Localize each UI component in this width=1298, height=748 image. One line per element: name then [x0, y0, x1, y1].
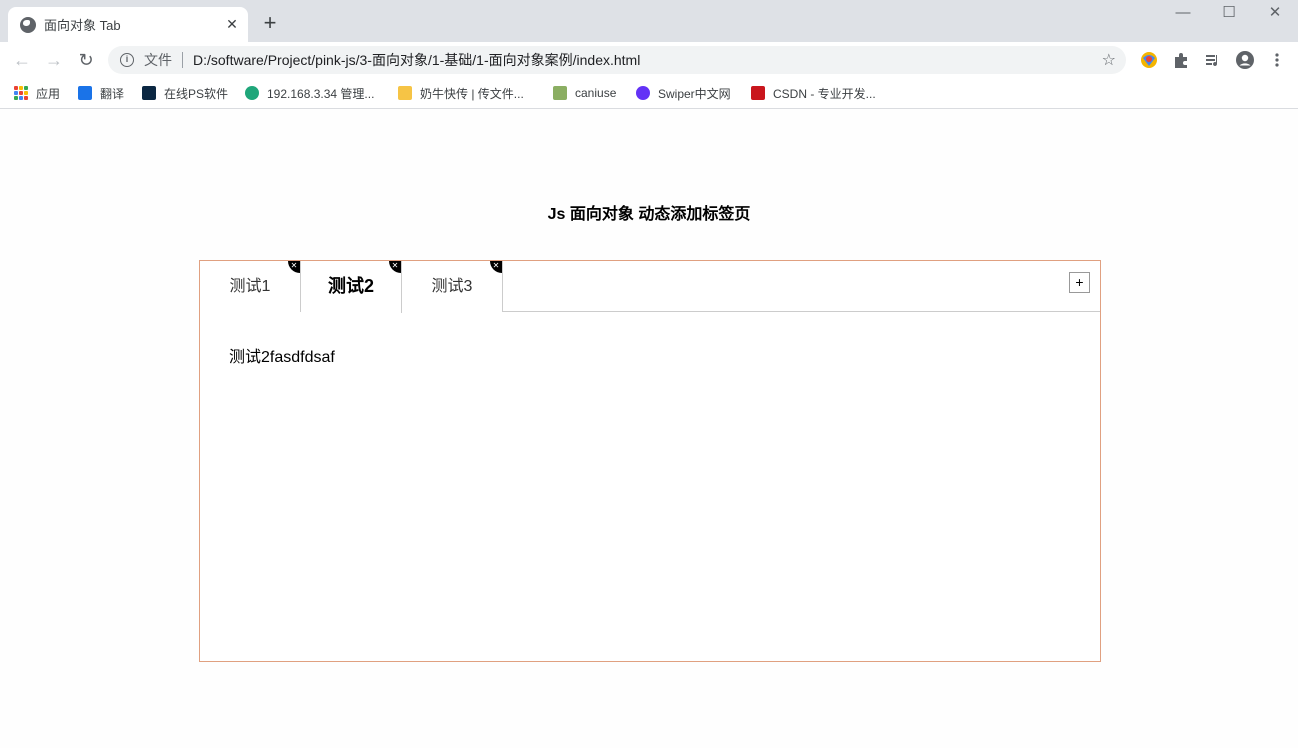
swiper-icon [636, 86, 650, 100]
bookmark-label: 在线PS软件 [164, 86, 229, 101]
bookmark-cowtransfer[interactable]: 奶牛快传 | 传文件... [398, 83, 524, 103]
extension-colorful-icon[interactable] [1139, 50, 1159, 70]
bookmarks-bar: 应用 翻译 在线PS软件 192.168.3.34 管理... 奶牛快传 | 传… [0, 78, 1298, 109]
bookmark-translate[interactable]: 翻译 [78, 83, 124, 103]
add-tab-button[interactable]: + [1069, 272, 1090, 293]
globe-icon [20, 16, 36, 33]
tabs-box: 测试1 ✕ 测试2 ✕ 测试3 ✕ + 测试2fasdfdsaf [199, 260, 1101, 662]
tab-test3[interactable]: 测试3 ✕ [402, 261, 503, 312]
page-title: Js 面向对象 动态添加标签页 [547, 206, 751, 223]
bookmark-router-admin[interactable]: 192.168.3.34 管理... [245, 83, 374, 103]
window-close-button[interactable]: ✕ [1252, 4, 1298, 24]
tabs-nav: 测试1 ✕ 测试2 ✕ 测试3 ✕ + [200, 261, 1100, 313]
media-control-icon[interactable] [1203, 50, 1223, 70]
new-tab-button[interactable]: + [258, 11, 282, 35]
bookmark-label: 192.168.3.34 管理... [267, 86, 375, 101]
url-text[interactable]: D:/software/Project/pink-js/3-面向对象/1-基础/… [193, 50, 1102, 70]
minimize-button[interactable]: — [1160, 4, 1206, 24]
browser-tabstrip: 面向对象 Tab ✕ + — ☐ ✕ [0, 0, 1298, 42]
address-bar[interactable]: i 文件 D:/software/Project/pink-js/3-面向对象/… [108, 46, 1126, 74]
close-icon[interactable]: ✕ [490, 261, 502, 273]
info-icon[interactable]: i [120, 53, 134, 67]
csdn-icon [751, 86, 765, 100]
apps-grid-icon [14, 86, 28, 100]
close-icon[interactable]: ✕ [220, 16, 244, 33]
tab-label: 测试1 [229, 278, 271, 295]
caniuse-icon [553, 86, 567, 100]
more-menu-icon[interactable] [1267, 50, 1287, 70]
browser-tab-title: 面向对象 Tab [44, 18, 121, 33]
close-icon[interactable]: ✕ [288, 261, 300, 273]
divider [182, 52, 183, 68]
tab-test2[interactable]: 测试2 ✕ [301, 261, 402, 313]
tab-panel-content: 测试2fasdfdsaf [229, 349, 335, 366]
bookmark-label: 翻译 [100, 86, 125, 101]
tab-label: 测试2 [327, 276, 374, 296]
cow-icon [398, 86, 412, 100]
bookmark-csdn[interactable]: CSDN - 专业开发... [751, 83, 876, 103]
s-logo-icon [245, 86, 259, 100]
bookmark-label: 奶牛快传 | 传文件... [420, 86, 524, 101]
reload-button[interactable]: ↻ [74, 48, 98, 72]
browser-toolbar: ← → ↻ i 文件 D:/software/Project/pink-js/3… [0, 42, 1298, 78]
tab-label: 测试3 [431, 278, 473, 295]
bookmark-label: 应用 [36, 86, 61, 101]
browser-tab[interactable]: 面向对象 Tab ✕ [8, 7, 248, 42]
maximize-button[interactable]: ☐ [1206, 4, 1252, 24]
photoshop-icon [142, 86, 156, 100]
back-button[interactable]: ← [10, 48, 34, 72]
puzzle-icon[interactable] [1171, 50, 1191, 70]
tab-test1[interactable]: 测试1 ✕ [200, 261, 301, 312]
bookmark-label: CSDN - 专业开发... [773, 86, 876, 101]
translate-icon [78, 86, 92, 100]
bookmark-caniuse[interactable]: caniuse [553, 83, 616, 103]
close-icon[interactable]: ✕ [389, 261, 401, 273]
profile-icon[interactable] [1235, 50, 1255, 70]
bookmark-apps[interactable]: 应用 [14, 83, 60, 103]
bookmark-label: Swiper中文网 [658, 86, 731, 101]
scheme-label: 文件 [144, 52, 172, 68]
bookmark-online-ps[interactable]: 在线PS软件 [142, 83, 228, 103]
forward-button[interactable]: → [42, 48, 66, 72]
bookmark-label: caniuse [575, 86, 617, 100]
star-icon[interactable]: ☆ [1102, 50, 1116, 70]
bookmark-swiper[interactable]: Swiper中文网 [636, 83, 731, 103]
